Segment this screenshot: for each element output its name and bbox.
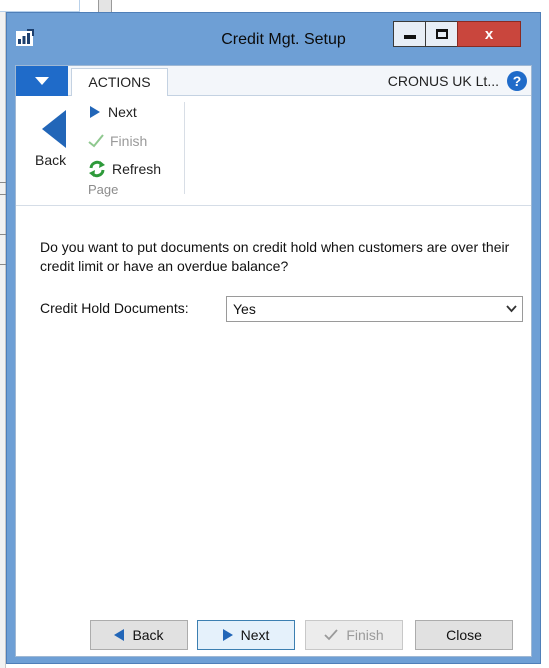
close-button-label: Close xyxy=(446,627,482,643)
background-scrollbar-fragment xyxy=(98,0,112,12)
back-button[interactable]: Back xyxy=(90,620,188,650)
company-name[interactable]: CRONUS UK Lt... xyxy=(388,73,499,89)
finish-button[interactable]: Finish xyxy=(305,620,403,650)
window-close-button[interactable]: x xyxy=(457,21,521,47)
back-arrow-icon xyxy=(42,110,66,148)
close-button[interactable]: Close xyxy=(415,620,513,650)
credit-hold-label: Credit Hold Documents: xyxy=(40,300,189,316)
ribbon-group-label: Page xyxy=(88,182,119,197)
minimize-button[interactable] xyxy=(393,21,426,47)
credit-hold-value: Yes xyxy=(233,301,256,317)
ribbon-refresh-button[interactable]: Refresh xyxy=(88,157,161,181)
refresh-icon xyxy=(89,160,105,178)
ribbon-finish-button[interactable]: Finish xyxy=(88,129,147,153)
wizard-window: Credit Mgt. Setup x ACTIONS CRONUS UK Lt… xyxy=(6,12,541,664)
next-button-label: Next xyxy=(240,627,270,643)
checkmark-icon xyxy=(88,134,104,148)
next-arrow-icon xyxy=(90,106,100,118)
ribbon-back-label: Back xyxy=(35,152,67,168)
chevron-down-icon xyxy=(506,305,517,313)
window-client-area: ACTIONS CRONUS UK Lt... ? Back Next Fini… xyxy=(15,65,532,657)
ribbon-refresh-label: Refresh xyxy=(112,161,162,177)
tab-actions[interactable]: ACTIONS xyxy=(71,68,168,97)
finish-button-label: Finish xyxy=(346,627,384,643)
maximize-icon xyxy=(435,29,448,39)
ribbon-divider xyxy=(184,102,185,194)
ribbon-menu-button[interactable] xyxy=(16,66,68,96)
title-bar[interactable]: Credit Mgt. Setup x xyxy=(7,13,540,65)
credit-hold-select[interactable]: Yes xyxy=(226,296,523,322)
next-arrow-icon xyxy=(222,629,233,641)
checkmark-icon xyxy=(324,629,338,641)
ribbon-back-button[interactable]: Back xyxy=(34,108,74,178)
menu-dropdown-icon xyxy=(35,77,49,85)
help-icon[interactable]: ? xyxy=(507,71,527,91)
ribbon-finish-label: Finish xyxy=(110,133,148,149)
next-button[interactable]: Next xyxy=(197,620,295,650)
ribbon-next-label: Next xyxy=(108,104,137,120)
ribbon-tab-row: ACTIONS CRONUS UK Lt... ? xyxy=(16,66,531,97)
ribbon: Back Next Finish Refresh Page xyxy=(16,96,531,206)
back-arrow-icon xyxy=(114,629,125,641)
minimize-icon xyxy=(403,35,416,39)
maximize-button[interactable] xyxy=(425,21,458,47)
background-window-fragment xyxy=(0,0,80,12)
back-button-label: Back xyxy=(132,627,164,643)
question-text: Do you want to put documents on credit h… xyxy=(40,239,510,274)
ribbon-next-button[interactable]: Next xyxy=(88,100,137,124)
close-icon: x xyxy=(484,25,494,43)
